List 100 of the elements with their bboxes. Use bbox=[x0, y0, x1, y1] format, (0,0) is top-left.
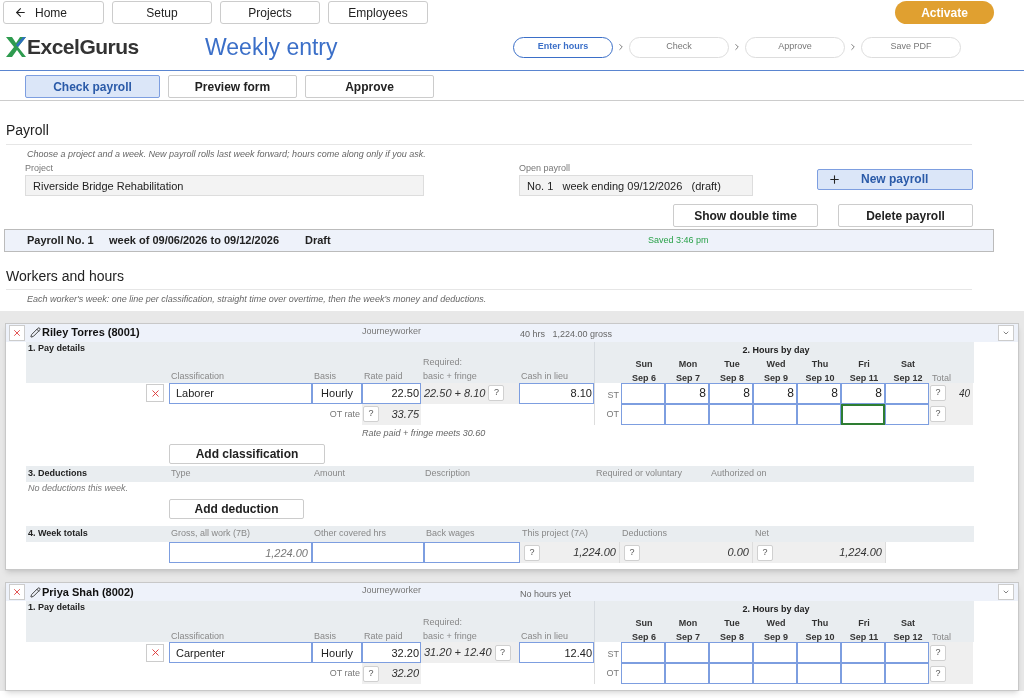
help-button[interactable]: ? bbox=[930, 665, 946, 682]
project-field[interactable]: Riverside Bridge Rehabilitation bbox=[25, 175, 424, 196]
help-button[interactable]: ? bbox=[494, 644, 511, 661]
collapse-button[interactable] bbox=[998, 324, 1014, 341]
section-title: 4. Week totals bbox=[27, 527, 89, 541]
hours-input[interactable] bbox=[665, 403, 709, 425]
net-total: 1,224.00 bbox=[839, 545, 883, 561]
help-button[interactable]: ? bbox=[930, 406, 946, 422]
hours-input[interactable] bbox=[709, 663, 753, 684]
help-button[interactable]: ? bbox=[363, 665, 379, 682]
hours-input[interactable] bbox=[665, 663, 709, 684]
day-label: Thu bbox=[811, 617, 829, 630]
close-icon bbox=[149, 647, 161, 658]
cash-field[interactable]: 12.40 bbox=[519, 642, 594, 663]
help-button[interactable]: ? bbox=[624, 544, 640, 561]
date-label: Sep 6 bbox=[632, 631, 656, 644]
day-label: Sat bbox=[901, 617, 915, 630]
basis-field[interactable]: Hourly bbox=[312, 642, 362, 663]
hours-input[interactable] bbox=[709, 642, 753, 663]
remove-button[interactable] bbox=[146, 384, 164, 402]
column-label: Back wages bbox=[425, 527, 476, 541]
hours-input[interactable]: 8 bbox=[841, 382, 885, 404]
tab[interactable]: Preview form bbox=[168, 75, 297, 98]
date-label: Sep 7 bbox=[676, 371, 700, 385]
hours-input[interactable]: 8 bbox=[665, 382, 709, 404]
step-button[interactable]: Enter hours bbox=[513, 36, 613, 58]
nav-button[interactable]: Employees bbox=[328, 1, 428, 24]
nav-button[interactable]: Projects bbox=[220, 1, 320, 24]
hours-input[interactable] bbox=[841, 642, 885, 663]
step-button[interactable]: Check bbox=[629, 36, 729, 58]
back-wages-field[interactable] bbox=[424, 542, 520, 563]
ot-rate-label: OT rate bbox=[328, 407, 361, 421]
hours-input[interactable] bbox=[841, 403, 885, 425]
required-rate: 31.20 + 12.40 bbox=[424, 645, 492, 661]
section-title: 2. Hours by day bbox=[741, 603, 811, 616]
add-classification-button[interactable]: Add classification bbox=[169, 443, 325, 464]
hours-input[interactable] bbox=[885, 382, 929, 404]
column-label: Basis bbox=[314, 629, 337, 643]
hours-input[interactable] bbox=[621, 642, 665, 663]
step-button[interactable]: Approve bbox=[745, 36, 845, 58]
required-rate: 22.50 + 8.10 bbox=[424, 385, 486, 401]
date-label: Sep 8 bbox=[720, 631, 744, 644]
hours-input[interactable] bbox=[797, 663, 841, 684]
column-label: basic + fringe bbox=[423, 629, 478, 643]
gross-field[interactable]: 1,224.00 bbox=[169, 542, 312, 563]
other-hours-field[interactable] bbox=[312, 542, 424, 563]
section-title: 1. Pay details bbox=[27, 341, 87, 355]
help-button[interactable]: ? bbox=[930, 385, 946, 401]
hours-input[interactable] bbox=[621, 403, 665, 425]
hours-input[interactable] bbox=[753, 403, 797, 425]
classification-field[interactable]: Carpenter bbox=[169, 642, 312, 663]
remove-button[interactable] bbox=[9, 584, 25, 600]
collapse-button[interactable] bbox=[998, 584, 1014, 600]
remove-button[interactable] bbox=[9, 324, 25, 341]
hours-input[interactable] bbox=[885, 403, 929, 425]
step-button[interactable]: Save PDF bbox=[861, 36, 961, 58]
column-label: This project (7A) bbox=[521, 527, 590, 541]
date-label: Sep 9 bbox=[764, 631, 788, 644]
add-deduction-button[interactable]: Add deduction bbox=[169, 499, 304, 519]
hours-input[interactable] bbox=[797, 403, 841, 425]
hours-input[interactable] bbox=[797, 642, 841, 663]
rate-field[interactable]: 32.20 bbox=[362, 642, 421, 663]
delete-payroll-button[interactable]: Delete payroll bbox=[838, 204, 973, 227]
hours-input[interactable] bbox=[885, 663, 929, 684]
help-button[interactable]: ? bbox=[363, 406, 379, 422]
hours-input[interactable] bbox=[621, 663, 665, 684]
hours-input[interactable]: 8 bbox=[709, 382, 753, 404]
nav-button[interactable]: Home bbox=[3, 1, 104, 24]
new-payroll-button[interactable]: New payroll bbox=[817, 168, 973, 190]
close-icon bbox=[149, 387, 161, 399]
section-hint: Each worker's week: one line per classification, straight time over overtime, then the week's money and deductions. bbox=[26, 293, 488, 306]
tab[interactable]: Approve bbox=[305, 75, 434, 98]
hours-input[interactable] bbox=[665, 642, 709, 663]
cash-field[interactable]: 8.10 bbox=[519, 382, 594, 404]
hours-input[interactable] bbox=[709, 403, 753, 425]
section-hint: Choose a project and a week. New payroll rolls last week forward; hours come along only if you ask. bbox=[26, 148, 427, 161]
double-time-button[interactable]: Show double time bbox=[673, 204, 818, 227]
help-button[interactable]: ? bbox=[930, 644, 946, 661]
field-label: Project bbox=[25, 161, 54, 175]
hours-input[interactable] bbox=[753, 663, 797, 684]
hours-input[interactable] bbox=[885, 642, 929, 663]
date-label: Sep 7 bbox=[676, 631, 700, 644]
hours-input[interactable]: 8 bbox=[797, 382, 841, 404]
basis-field[interactable]: Hourly bbox=[312, 382, 362, 404]
hours-input[interactable] bbox=[621, 382, 665, 404]
remove-button[interactable] bbox=[146, 643, 164, 662]
help-button[interactable]: ? bbox=[757, 544, 773, 561]
help-button[interactable]: ? bbox=[524, 544, 540, 561]
column-label: Total bbox=[931, 371, 951, 385]
hours-input[interactable] bbox=[753, 642, 797, 663]
worker-name: Priya Shah (8002) bbox=[42, 584, 135, 600]
hours-input[interactable] bbox=[841, 663, 885, 684]
hours-input[interactable]: 8 bbox=[753, 382, 797, 404]
nav-button[interactable]: Setup bbox=[112, 1, 212, 24]
open-payroll-field[interactable]: No. 1 week ending 09/12/2026 (draft) bbox=[519, 175, 753, 196]
tab[interactable]: Check payroll bbox=[25, 75, 160, 98]
help-button[interactable]: ? bbox=[488, 385, 505, 401]
rate-field[interactable]: 22.50 bbox=[362, 382, 421, 404]
classification-field[interactable]: Laborer bbox=[169, 382, 312, 404]
column-label: Rate paid bbox=[364, 370, 404, 383]
